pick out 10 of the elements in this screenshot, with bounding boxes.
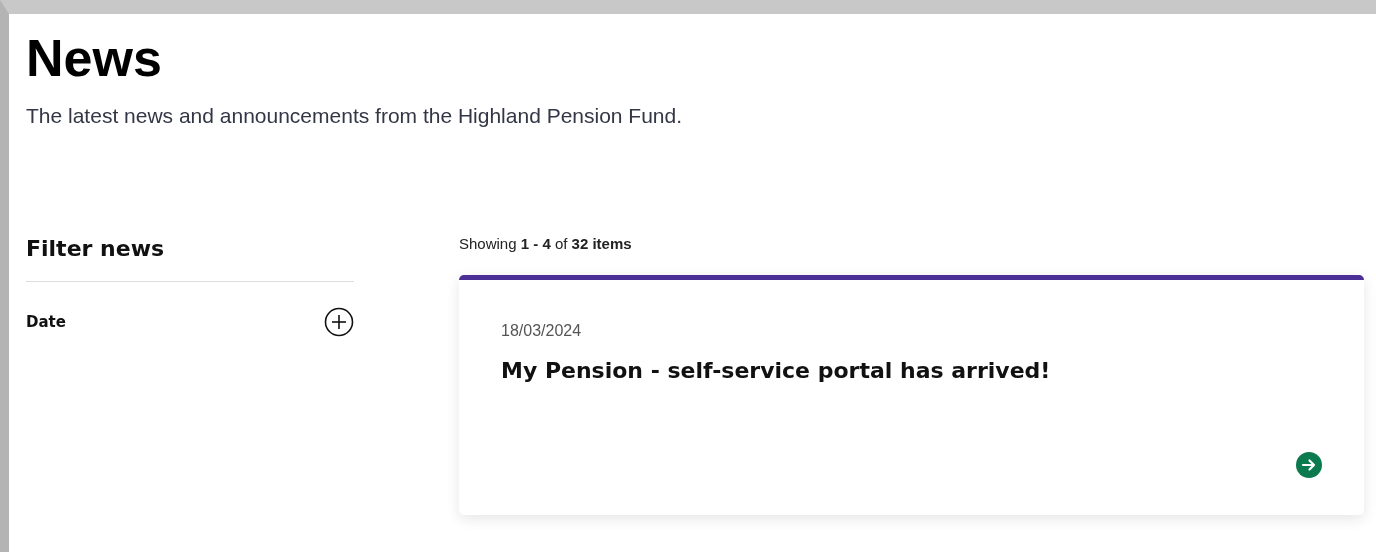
news-card[interactable]: 18/03/2024 My Pension - self-service portal has arrived!: [459, 275, 1364, 515]
results-summary: Showing 1 - 4 of 32 items: [459, 234, 633, 252]
page-title: News: [26, 28, 163, 88]
arrow-right-icon[interactable]: [1296, 452, 1322, 478]
filter-label: Date: [26, 313, 66, 331]
page-intro: The latest news and announcements from the Highland Pension Fund.: [26, 104, 684, 128]
expand-icon[interactable]: [324, 307, 354, 337]
news-title: My Pension - self-service portal has arrived!: [501, 358, 1052, 383]
news-date: 18/03/2024: [501, 322, 583, 340]
filter-heading: Filter news: [26, 235, 166, 263]
